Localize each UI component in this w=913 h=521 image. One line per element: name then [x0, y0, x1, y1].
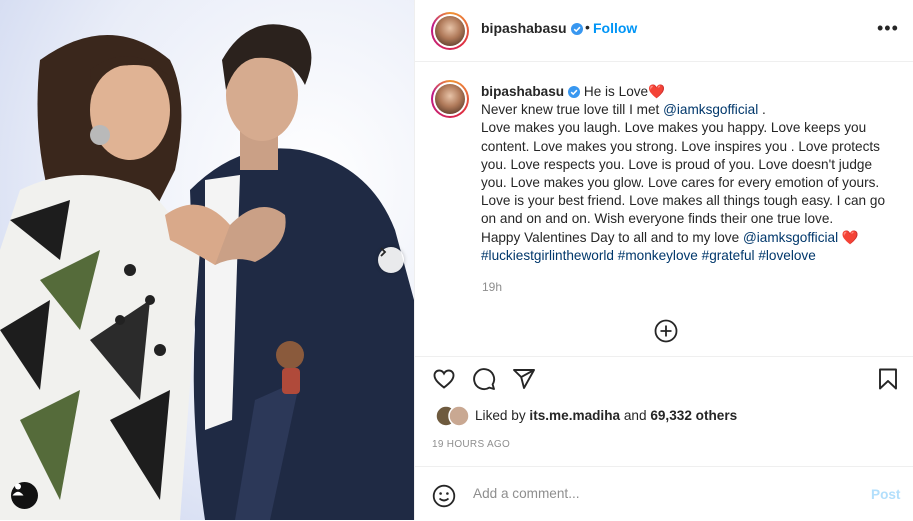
post-details-panel: bipashabasu • Follow ••• bipashabasu He …: [414, 0, 913, 520]
paper-plane-icon[interactable]: [512, 367, 536, 391]
plus-circle-icon[interactable]: [654, 319, 678, 343]
separator-dot: •: [585, 19, 590, 35]
chevron-right-icon: [380, 247, 387, 257]
bookmark-icon[interactable]: [877, 367, 899, 391]
post-image[interactable]: [0, 0, 414, 520]
heart-emoji: ❤️: [841, 229, 859, 245]
caption-line2-post: .: [758, 102, 766, 118]
liker-username[interactable]: its.me.madiha: [529, 408, 620, 423]
smiley-icon[interactable]: [432, 484, 456, 508]
mention-link[interactable]: @iamksgofficial: [743, 230, 838, 245]
likes-count[interactable]: 69,332 others: [650, 408, 737, 423]
hashtag-link[interactable]: #lovelove: [758, 248, 815, 263]
follow-button[interactable]: Follow: [593, 20, 637, 36]
verified-badge-icon: [570, 23, 583, 35]
caption-body: Love makes you laugh. Love makes you hap…: [481, 120, 886, 227]
post-caption: bipashabasu He is Love❤️ Never knew true…: [481, 83, 901, 265]
header-username[interactable]: bipashabasu: [481, 20, 583, 36]
caption-closing: Happy Valentines Day to all and to my lo…: [481, 229, 743, 245]
user-tag-icon: [12, 483, 24, 496]
instagram-post-dialog: bipashabasu • Follow ••• bipashabasu He …: [0, 0, 913, 520]
hashtag-link[interactable]: #monkeylove: [618, 248, 698, 263]
caption-line2-pre: Never knew true love till I met: [481, 102, 664, 118]
heart-emoji: ❤️: [648, 84, 666, 99]
likes-prefix: Liked by: [475, 408, 530, 423]
comment-input[interactable]: [471, 485, 835, 502]
next-image-button[interactable]: [378, 247, 404, 273]
hashtag-link[interactable]: #luckiestgirlintheworld: [481, 248, 614, 263]
comment-bar: Post: [415, 466, 913, 521]
caption-line1: He is Love: [580, 84, 649, 99]
post-photo-illustration: [0, 24, 414, 520]
more-options-icon[interactable]: •••: [877, 18, 899, 39]
avatar[interactable]: [431, 12, 469, 50]
tagged-users-button[interactable]: [11, 482, 38, 509]
caption-username[interactable]: bipashabasu: [481, 84, 564, 99]
post-comment-button[interactable]: Post: [871, 487, 900, 502]
post-timestamp[interactable]: 19 HOURS AGO: [432, 439, 510, 450]
mention-link[interactable]: @iamksgofficial: [663, 102, 758, 117]
caption-timestamp[interactable]: 19h: [482, 280, 502, 294]
verified-badge-icon: [568, 86, 581, 98]
caption-avatar[interactable]: [431, 80, 469, 118]
liker-avatars: [435, 405, 470, 427]
action-bar: [415, 356, 913, 391]
hashtag-link[interactable]: #grateful: [702, 248, 755, 263]
post-header: bipashabasu • Follow •••: [415, 0, 913, 62]
heart-icon[interactable]: [432, 367, 456, 391]
likes-middle: and: [620, 408, 651, 423]
comment-bubble-icon[interactable]: [472, 367, 496, 391]
